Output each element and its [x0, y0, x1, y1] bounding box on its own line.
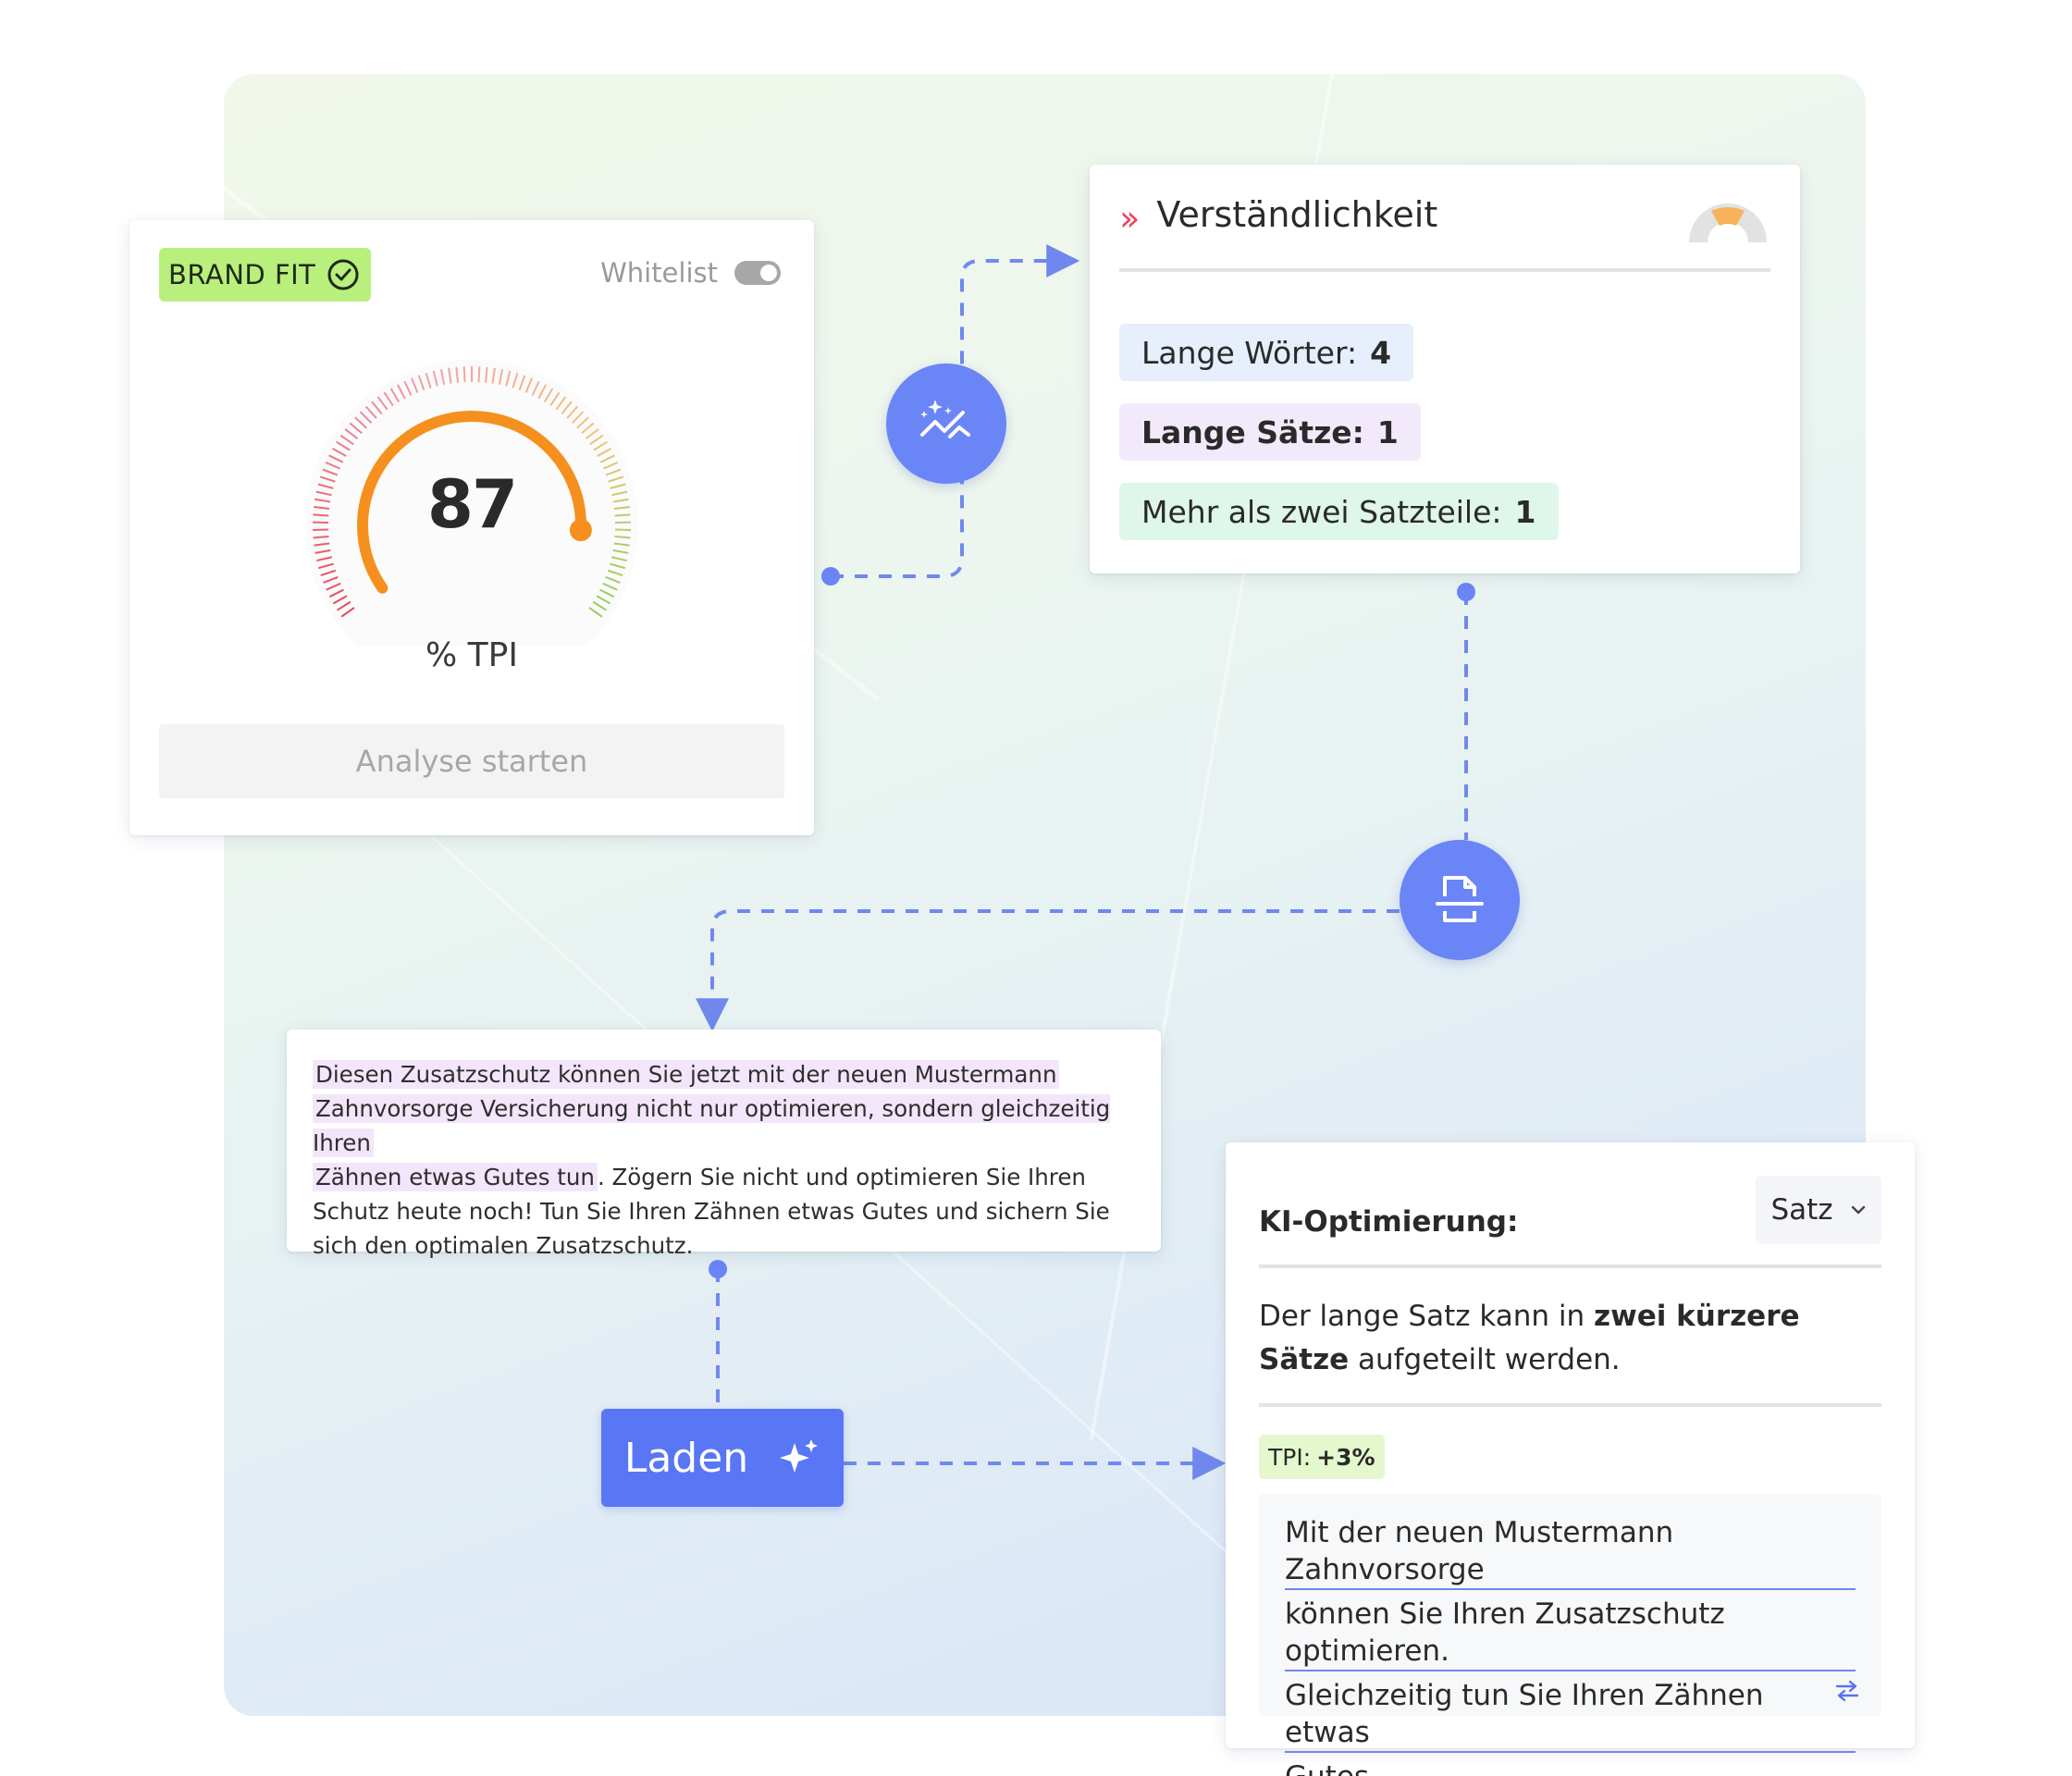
analyse-start-button[interactable]: Analyse starten: [159, 724, 784, 798]
tpi-delta-badge: TPI: +3%: [1259, 1435, 1385, 1479]
ai-optimization-title: KI-Optimierung:: [1259, 1205, 1519, 1239]
optimized-text-line: Gutes.: [1285, 1758, 1378, 1776]
stat-long-sentences-label: Lange Sätze:: [1141, 413, 1364, 450]
whitelist-toggle[interactable]: [734, 261, 781, 285]
optimized-text-line: Mit der neuen Mustermann Zahnvorsorge: [1285, 1514, 1856, 1590]
tpi-score: 87: [426, 465, 518, 543]
double-chevron-icon: ››: [1119, 198, 1141, 239]
source-text-card: Diesen Zusatzschutz können Sie jetzt mit…: [287, 1030, 1161, 1259]
optimized-text-line: können Sie Ihren Zusatzschutz optimieren…: [1285, 1596, 1856, 1671]
load-button-label: Laden: [623, 1434, 749, 1482]
ai-suggestion-description: Der lange Satz kann in zwei kürzere Sätz…: [1259, 1295, 1881, 1382]
gauge-tick: [477, 366, 481, 383]
optimization-level-value: Satz: [1770, 1193, 1833, 1227]
stat-long-sentences-value: 1: [1376, 413, 1399, 450]
desc-text-post: aufgeteilt werden.: [1349, 1343, 1621, 1376]
brand-fit-badge: BRAND FIT: [159, 248, 372, 302]
brand-fit-label: BRAND FIT: [168, 259, 316, 290]
check-circle-icon: [327, 259, 359, 290]
stat-clauses-label: Mehr als zwei Satzteile:: [1141, 493, 1502, 530]
gauge-knob: [569, 519, 592, 542]
highlighted-sentence-2: Zahnvorsorge Versicherung nicht nur opti…: [313, 1094, 1111, 1157]
desc-text-pre: Der lange Satz kann in: [1259, 1300, 1595, 1333]
whitelist-label: Whitelist: [600, 257, 718, 289]
scan-document-button[interactable]: [1400, 840, 1520, 960]
load-button[interactable]: Laden: [601, 1409, 844, 1507]
optimized-text-line: Gleichzeitig tun Sie Ihren Zähnen etwas: [1285, 1677, 1856, 1753]
highlighted-sentence-1: Diesen Zusatzschutz können Sie jetzt mit…: [313, 1060, 1060, 1089]
highlighted-sentence-3: Zähnen etwas Gutes tun: [313, 1163, 598, 1191]
swap-arrows-icon[interactable]: [1833, 1679, 1861, 1703]
stat-clauses: Mehr als zwei Satzteile: 1: [1119, 483, 1559, 540]
gauge-tick: [614, 513, 631, 517]
gauge-tick: [462, 366, 466, 383]
brand-fit-card: BRAND FIT Whitelist 87 % TPI Analyse sta…: [130, 220, 814, 835]
gauge-tick: [313, 513, 329, 517]
understandability-header: ›› Verständlichkeit: [1119, 194, 1770, 272]
stat-long-words: Lange Wörter: 4: [1119, 324, 1414, 381]
tpi-unit-label: % TPI: [426, 636, 518, 674]
source-text: Diesen Zusatzschutz können Sie jetzt mit…: [313, 1057, 1135, 1263]
gauge-tick: [614, 536, 631, 539]
gauge-tick: [313, 536, 329, 539]
divider: [1259, 1403, 1881, 1407]
understandability-card: ›› Verständlichkeit Lange Wörter: 4 Lang…: [1090, 165, 1800, 574]
stat-long-words-value: 4: [1370, 334, 1392, 371]
analyze-trend-button[interactable]: [886, 364, 1006, 484]
stat-long-sentences: Lange Sätze: 1: [1119, 403, 1421, 461]
chevron-down-icon: [1851, 1205, 1865, 1215]
whitelist-control[interactable]: Whitelist: [600, 257, 781, 289]
mini-gauge-icon: [1689, 204, 1767, 242]
ai-optimization-header: KI-Optimierung: Satz: [1259, 1176, 1881, 1268]
sparkle-icon: [780, 1439, 819, 1473]
tpi-delta-label: TPI:: [1268, 1443, 1312, 1471]
understandability-title: Verständlichkeit: [1156, 194, 1438, 235]
scan-document-icon: [1436, 876, 1484, 922]
stat-clauses-value: 1: [1514, 493, 1536, 530]
tpi-delta-value: +3%: [1316, 1443, 1375, 1471]
sparkle-chart-icon: [920, 400, 970, 438]
stat-long-words-label: Lange Wörter:: [1141, 334, 1358, 371]
ai-optimization-card: KI-Optimierung: Satz Der lange Satz kann…: [1226, 1142, 1915, 1776]
optimized-text-box[interactable]: Mit der neuen Mustermann Zahnvorsorge kö…: [1259, 1494, 1881, 1776]
optimization-level-select[interactable]: Satz: [1756, 1176, 1881, 1244]
